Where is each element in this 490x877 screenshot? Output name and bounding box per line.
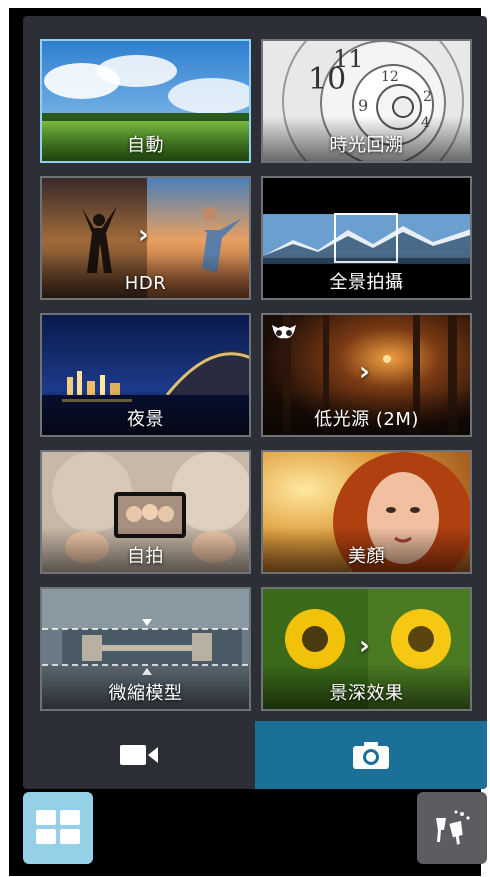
- mode-tile-depth-of-field[interactable]: › 景深效果: [261, 587, 472, 711]
- mode-label-beautification: 美顏: [348, 546, 385, 567]
- mode-tile-beautification[interactable]: 美顏: [261, 450, 472, 574]
- effects-icon: [436, 810, 470, 845]
- mode-tile-selfie[interactable]: 自拍: [40, 450, 251, 574]
- mode-label-auto: 自動: [127, 135, 164, 156]
- video-camera-icon: [120, 745, 158, 765]
- mode-tile-auto[interactable]: 自動: [40, 39, 251, 163]
- mode-label-night: 夜景: [127, 409, 164, 430]
- owl-icon: [270, 323, 298, 341]
- modes-button[interactable]: [23, 792, 93, 864]
- mode-tile-low-light[interactable]: › 低光源 (2M): [261, 313, 472, 437]
- mode-tile-night[interactable]: 夜景: [40, 313, 251, 437]
- tab-photo[interactable]: [255, 721, 487, 789]
- mode-tile-time-rewind[interactable]: 10 11 12 2 4 9 時光回溯: [261, 39, 472, 163]
- mode-label-depth-of-field: 景深效果: [329, 683, 404, 704]
- photo-camera-icon: [353, 742, 389, 769]
- svg-text:11: 11: [333, 45, 364, 73]
- effects-button[interactable]: [417, 792, 487, 864]
- chevron-right-icon: ›: [359, 631, 370, 661]
- mode-tile-panorama[interactable]: 全景拍攝: [261, 176, 472, 300]
- mode-label-time-rewind: 時光回溯: [329, 135, 404, 156]
- mode-label-hdr: HDR: [124, 273, 167, 294]
- svg-text:12: 12: [381, 69, 399, 85]
- mode-tile-hdr[interactable]: › HDR: [40, 176, 251, 300]
- mode-label-low-light: 低光源 (2M): [314, 409, 419, 430]
- mode-label-panorama: 全景拍攝: [329, 272, 404, 293]
- grid-modes-icon: [36, 810, 80, 844]
- mode-tile-miniature[interactable]: 微縮模型: [40, 587, 251, 711]
- capture-type-tabbar: [23, 721, 487, 789]
- camera-mode-panel: 自動 10 11 12 2 4 9 時光回溯: [23, 16, 487, 789]
- svg-text:9: 9: [358, 96, 368, 115]
- chevron-right-icon: ›: [359, 357, 370, 387]
- chevron-right-icon: ›: [138, 220, 149, 250]
- svg-text:2: 2: [423, 89, 432, 105]
- tab-video[interactable]: [23, 721, 255, 789]
- mode-label-miniature: 微縮模型: [108, 683, 183, 704]
- mode-label-selfie: 自拍: [127, 546, 164, 567]
